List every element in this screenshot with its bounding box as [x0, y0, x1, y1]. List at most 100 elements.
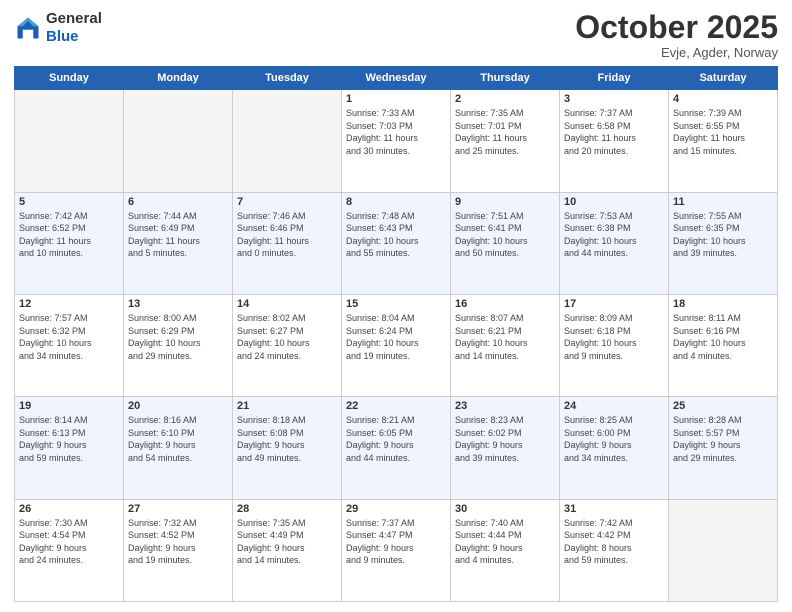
day-info: Sunrise: 8:00 AM Sunset: 6:29 PM Dayligh… — [128, 312, 228, 362]
day-number: 27 — [128, 503, 228, 515]
day-number: 18 — [673, 298, 773, 310]
table-row: 1 Sunrise: 7:33 AM Sunset: 7:03 PM Daylig… — [342, 90, 451, 192]
day-info: Sunrise: 7:57 AM Sunset: 6:32 PM Dayligh… — [19, 312, 119, 362]
table-row: 13 Sunrise: 8:00 AM Sunset: 6:29 PM Dayli… — [124, 294, 233, 396]
day-info: Sunrise: 7:37 AM Sunset: 6:58 PM Dayligh… — [564, 107, 664, 157]
table-row: 25 Sunrise: 8:28 AM Sunset: 5:57 PM Dayli… — [669, 397, 778, 499]
month-title: October 2025 — [575, 10, 778, 45]
day-number: 22 — [346, 400, 446, 412]
day-info: Sunrise: 8:16 AM Sunset: 6:10 PM Dayligh… — [128, 414, 228, 464]
day-info: Sunrise: 8:11 AM Sunset: 6:16 PM Dayligh… — [673, 312, 773, 362]
day-info: Sunrise: 7:55 AM Sunset: 6:35 PM Dayligh… — [673, 210, 773, 260]
table-row: 14Sunrise: 8:02 AM Sunset: 6:27 PM Dayli… — [233, 294, 342, 396]
day-info: Sunrise: 8:18 AM Sunset: 6:08 PM Dayligh… — [237, 414, 337, 464]
table-row: 16Sunrise: 8:07 AM Sunset: 6:21 PM Dayli… — [451, 294, 560, 396]
title-block: October 2025 Evje, Agder, Norway — [575, 10, 778, 60]
day-info: Sunrise: 8:04 AM Sunset: 6:24 PM Dayligh… — [346, 312, 446, 362]
day-info: Sunrise: 7:39 AM Sunset: 6:55 PM Dayligh… — [673, 107, 773, 157]
table-row: 15 Sunrise: 8:04 AM Sunset: 6:24 PM Dayli… — [342, 294, 451, 396]
day-info: Sunrise: 7:35 AM Sunset: 7:01 PM Dayligh… — [455, 107, 555, 157]
day-number: 12 — [19, 298, 119, 310]
day-number: 6 — [128, 196, 228, 208]
table-row: 9 Sunrise: 7:51 AM Sunset: 6:41 PM Daylig… — [451, 192, 560, 294]
day-number: 29 — [346, 503, 446, 515]
day-number: 14 — [237, 298, 337, 310]
day-number: 11 — [673, 196, 773, 208]
table-row — [124, 90, 233, 192]
table-row: 11 Sunrise: 7:55 AM Sunset: 6:35 PM Dayli… — [669, 192, 778, 294]
table-row: 22 Sunrise: 8:21 AM Sunset: 6:05 PM Dayli… — [342, 397, 451, 499]
day-info: Sunrise: 7:35 AM Sunset: 4:49 PM Dayligh… — [237, 517, 337, 567]
day-info: Sunrise: 7:42 AM Sunset: 4:42 PM Dayligh… — [564, 517, 664, 567]
calendar-week-row: 19Sunrise: 8:14 AM Sunset: 6:13 PM Dayli… — [15, 397, 778, 499]
day-number: 9 — [455, 196, 555, 208]
day-number: 8 — [346, 196, 446, 208]
day-number: 15 — [346, 298, 446, 310]
day-info: Sunrise: 8:23 AM Sunset: 6:02 PM Dayligh… — [455, 414, 555, 464]
day-number: 10 — [564, 196, 664, 208]
calendar-week-row: 5Sunrise: 7:42 AM Sunset: 6:52 PM Daylig… — [15, 192, 778, 294]
day-number: 3 — [564, 93, 664, 105]
day-info: Sunrise: 8:14 AM Sunset: 6:13 PM Dayligh… — [19, 414, 119, 464]
table-row — [15, 90, 124, 192]
calendar-week-row: 26Sunrise: 7:30 AM Sunset: 4:54 PM Dayli… — [15, 499, 778, 601]
day-number: 25 — [673, 400, 773, 412]
table-row: 17Sunrise: 8:09 AM Sunset: 6:18 PM Dayli… — [560, 294, 669, 396]
calendar-header-row: Sunday Monday Tuesday Wednesday Thursday… — [15, 67, 778, 90]
table-row: 31 Sunrise: 7:42 AM Sunset: 4:42 PM Dayli… — [560, 499, 669, 601]
day-info: Sunrise: 7:40 AM Sunset: 4:44 PM Dayligh… — [455, 517, 555, 567]
logo-blue: Blue — [46, 28, 79, 45]
day-info: Sunrise: 7:53 AM Sunset: 6:38 PM Dayligh… — [564, 210, 664, 260]
calendar-table: Sunday Monday Tuesday Wednesday Thursday… — [14, 66, 778, 602]
logo-text: General Blue — [46, 10, 102, 46]
logo: General Blue — [14, 10, 102, 46]
table-row: 23 Sunrise: 8:23 AM Sunset: 6:02 PM Dayli… — [451, 397, 560, 499]
day-info: Sunrise: 7:46 AM Sunset: 6:46 PM Dayligh… — [237, 210, 337, 260]
calendar-week-row: 12 Sunrise: 7:57 AM Sunset: 6:32 PM Dayli… — [15, 294, 778, 396]
day-info: Sunrise: 7:42 AM Sunset: 6:52 PM Dayligh… — [19, 210, 119, 260]
table-row: 24 Sunrise: 8:25 AM Sunset: 6:00 PM Dayli… — [560, 397, 669, 499]
table-row: 10 Sunrise: 7:53 AM Sunset: 6:38 PM Dayli… — [560, 192, 669, 294]
table-row: 18 Sunrise: 8:11 AM Sunset: 6:16 PM Dayli… — [669, 294, 778, 396]
col-friday: Friday — [560, 67, 669, 90]
day-number: 21 — [237, 400, 337, 412]
page: General Blue October 2025 Evje, Agder, N… — [0, 0, 792, 612]
day-info: Sunrise: 7:51 AM Sunset: 6:41 PM Dayligh… — [455, 210, 555, 260]
table-row: 26Sunrise: 7:30 AM Sunset: 4:54 PM Dayli… — [15, 499, 124, 601]
day-info: Sunrise: 7:44 AM Sunset: 6:49 PM Dayligh… — [128, 210, 228, 260]
day-info: Sunrise: 8:25 AM Sunset: 6:00 PM Dayligh… — [564, 414, 664, 464]
day-number: 23 — [455, 400, 555, 412]
table-row: 3 Sunrise: 7:37 AM Sunset: 6:58 PM Daylig… — [560, 90, 669, 192]
table-row: 8 Sunrise: 7:48 AM Sunset: 6:43 PM Daylig… — [342, 192, 451, 294]
day-info: Sunrise: 8:28 AM Sunset: 5:57 PM Dayligh… — [673, 414, 773, 464]
table-row: 27Sunrise: 7:32 AM Sunset: 4:52 PM Dayli… — [124, 499, 233, 601]
day-number: 20 — [128, 400, 228, 412]
table-row: 20 Sunrise: 8:16 AM Sunset: 6:10 PM Dayli… — [124, 397, 233, 499]
logo-general: General — [46, 10, 102, 27]
table-row: 4Sunrise: 7:39 AM Sunset: 6:55 PM Daylig… — [669, 90, 778, 192]
table-row: 30Sunrise: 7:40 AM Sunset: 4:44 PM Dayli… — [451, 499, 560, 601]
col-monday: Monday — [124, 67, 233, 90]
day-info: Sunrise: 8:21 AM Sunset: 6:05 PM Dayligh… — [346, 414, 446, 464]
col-wednesday: Wednesday — [342, 67, 451, 90]
day-number: 13 — [128, 298, 228, 310]
day-number: 1 — [346, 93, 446, 105]
col-tuesday: Tuesday — [233, 67, 342, 90]
table-row: 12 Sunrise: 7:57 AM Sunset: 6:32 PM Dayli… — [15, 294, 124, 396]
day-info: Sunrise: 7:48 AM Sunset: 6:43 PM Dayligh… — [346, 210, 446, 260]
location-subtitle: Evje, Agder, Norway — [575, 45, 778, 60]
table-row: 7 Sunrise: 7:46 AM Sunset: 6:46 PM Daylig… — [233, 192, 342, 294]
day-number: 31 — [564, 503, 664, 515]
col-sunday: Sunday — [15, 67, 124, 90]
day-info: Sunrise: 7:37 AM Sunset: 4:47 PM Dayligh… — [346, 517, 446, 567]
day-info: Sunrise: 7:33 AM Sunset: 7:03 PM Dayligh… — [346, 107, 446, 157]
day-number: 2 — [455, 93, 555, 105]
day-number: 7 — [237, 196, 337, 208]
day-info: Sunrise: 8:07 AM Sunset: 6:21 PM Dayligh… — [455, 312, 555, 362]
calendar-week-row: 1 Sunrise: 7:33 AM Sunset: 7:03 PM Daylig… — [15, 90, 778, 192]
col-thursday: Thursday — [451, 67, 560, 90]
table-row: 19Sunrise: 8:14 AM Sunset: 6:13 PM Dayli… — [15, 397, 124, 499]
table-row — [669, 499, 778, 601]
day-info: Sunrise: 8:09 AM Sunset: 6:18 PM Dayligh… — [564, 312, 664, 362]
day-number: 24 — [564, 400, 664, 412]
